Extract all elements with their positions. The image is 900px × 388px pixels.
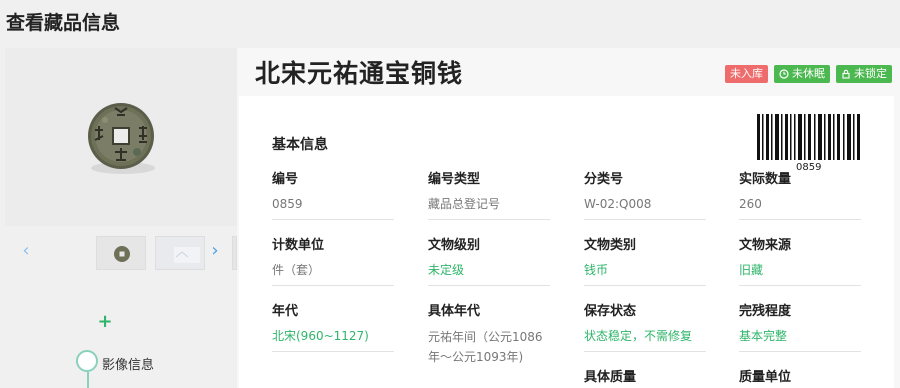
field-value: 旧藏 bbox=[739, 261, 861, 286]
field-value: W-02:Q008 bbox=[584, 195, 706, 220]
field-label: 质量单位 bbox=[739, 370, 792, 385]
lock-icon bbox=[842, 69, 850, 79]
field-label: 编号类型 bbox=[428, 172, 481, 187]
field-value: 藏品总登记号 bbox=[428, 195, 550, 220]
thumbnail-2[interactable] bbox=[155, 236, 205, 270]
page-title: 查看藏品信息 bbox=[6, 12, 121, 34]
barcode bbox=[757, 114, 860, 160]
timeline-connector bbox=[87, 372, 89, 388]
field-value: 北宋(960~1127) bbox=[272, 327, 394, 352]
field-value: 260 bbox=[739, 195, 861, 220]
field-value: 件（套） bbox=[272, 261, 394, 286]
field-mass-unit: 质量单位 bbox=[739, 366, 861, 385]
field-completeness: 完残程度 基本完整 bbox=[739, 300, 861, 352]
field-number-type: 编号类型 藏品总登记号 bbox=[428, 168, 550, 220]
field-specific-mass: 具体质量 bbox=[584, 366, 706, 385]
status-badge-not-locked: 未锁定 bbox=[836, 65, 892, 83]
field-actual-quantity: 实际数量 260 bbox=[739, 168, 861, 220]
field-label: 文物类别 bbox=[584, 238, 637, 253]
status-badge-label: 未休眠 bbox=[792, 67, 825, 80]
field-value: 未定级 bbox=[428, 261, 550, 286]
field-label: 具体质量 bbox=[584, 370, 637, 385]
field-label: 分类号 bbox=[584, 172, 624, 187]
field-label: 编号 bbox=[272, 172, 299, 187]
field-specific-era: 具体年代 元祐年间（公元1086年～公元1093年) bbox=[428, 300, 550, 373]
field-label: 具体年代 bbox=[428, 304, 481, 319]
image-gallery: ‹ › + 影像信息 bbox=[0, 48, 237, 388]
field-number: 编号 0859 bbox=[272, 168, 394, 220]
field-value: 0859 bbox=[272, 195, 394, 220]
field-value: 基本完整 bbox=[739, 327, 861, 352]
field-value: 状态稳定，不需修复 bbox=[584, 327, 706, 352]
field-relic-level: 文物级别 未定级 bbox=[428, 234, 550, 286]
field-value: 钱币 bbox=[584, 261, 706, 286]
status-badges: 未入库 未休眠 未锁定 bbox=[725, 65, 892, 83]
timeline-label-image-info[interactable]: 影像信息 bbox=[102, 354, 154, 373]
field-label: 年代 bbox=[272, 304, 299, 319]
field-count-unit: 计数单位 件（套） bbox=[272, 234, 394, 286]
status-badge-label: 未锁定 bbox=[854, 67, 887, 80]
chevron-right-icon[interactable]: › bbox=[205, 238, 225, 264]
status-badge-label: 未入库 bbox=[730, 67, 763, 80]
field-preservation-status: 保存状态 状态稳定，不需修复 bbox=[584, 300, 706, 352]
record-title: 北宋元祐通宝铜钱 bbox=[255, 59, 464, 88]
thumbnail-strip: ‹ › bbox=[0, 234, 237, 272]
field-relic-source: 文物来源 旧藏 bbox=[739, 234, 861, 286]
field-value: 元祐年间（公元1086年～公元1093年) bbox=[428, 330, 543, 364]
field-label: 文物来源 bbox=[739, 238, 792, 253]
field-label: 文物级别 bbox=[428, 238, 481, 253]
clock-icon bbox=[779, 69, 789, 79]
timeline-node-icon[interactable] bbox=[76, 350, 98, 372]
thumbnail-1[interactable] bbox=[96, 236, 146, 270]
status-badge-not-stored: 未入库 bbox=[725, 65, 768, 83]
field-label: 完残程度 bbox=[739, 304, 792, 319]
field-label: 实际数量 bbox=[739, 172, 792, 187]
section-title-basic-info: 基本信息 bbox=[272, 137, 328, 153]
add-button[interactable]: + bbox=[97, 311, 113, 332]
field-label: 计数单位 bbox=[272, 238, 325, 253]
main-coin-image[interactable] bbox=[5, 48, 237, 226]
field-era: 年代 北宋(960~1127) bbox=[272, 300, 394, 352]
field-label: 保存状态 bbox=[584, 304, 637, 319]
status-badge-not-dormant: 未休眠 bbox=[774, 65, 830, 83]
field-relic-category: 文物类别 钱币 bbox=[584, 234, 706, 286]
field-classification: 分类号 W-02:Q008 bbox=[584, 168, 706, 220]
chevron-left-icon[interactable]: ‹ bbox=[16, 238, 36, 264]
basic-info-card: 基本信息 0859 编号 0859 编号类型 藏品总登记号 分类号 W-02:Q… bbox=[239, 96, 894, 388]
record-detail-panel: 北宋元祐通宝铜钱 未入库 未休眠 未锁定 基本信息 0859 编号 0859 编… bbox=[237, 48, 900, 388]
